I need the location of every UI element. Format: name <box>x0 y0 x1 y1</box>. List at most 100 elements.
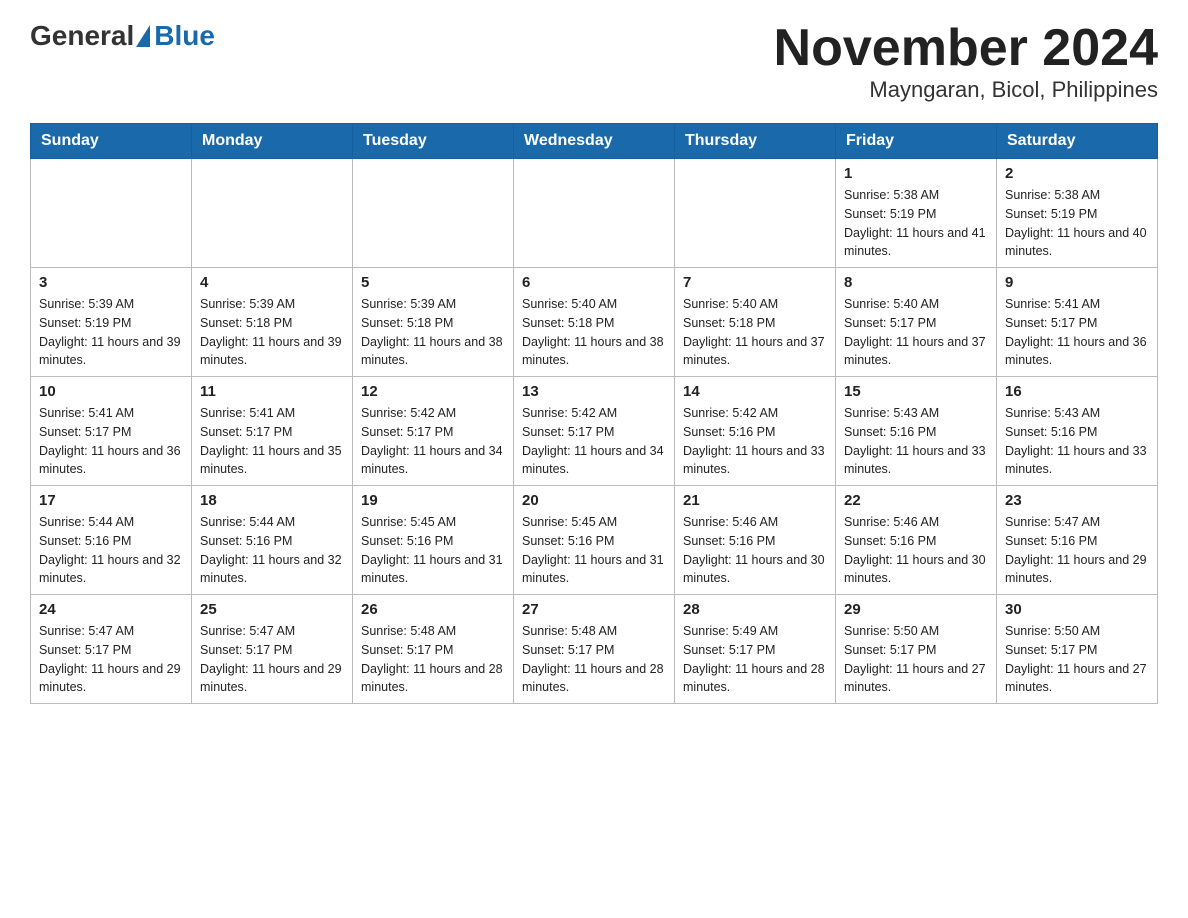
cell-day-number: 21 <box>683 492 827 509</box>
cell-sun-info: Sunrise: 5:43 AMSunset: 5:16 PMDaylight:… <box>844 404 988 479</box>
logo-triangle-icon <box>136 25 150 47</box>
cell-sun-info: Sunrise: 5:47 AMSunset: 5:17 PMDaylight:… <box>39 622 183 697</box>
calendar-week-row: 24 Sunrise: 5:47 AMSunset: 5:17 PMDayligh… <box>31 595 1158 704</box>
calendar-week-row: 3 Sunrise: 5:39 AMSunset: 5:19 PMDaylight… <box>31 268 1158 377</box>
calendar-cell: 20 Sunrise: 5:45 AMSunset: 5:16 PMDayligh… <box>514 486 675 595</box>
cell-day-number: 4 <box>200 274 344 291</box>
cell-sun-info: Sunrise: 5:41 AMSunset: 5:17 PMDaylight:… <box>39 404 183 479</box>
cell-day-number: 16 <box>1005 383 1149 400</box>
cell-sun-info: Sunrise: 5:48 AMSunset: 5:17 PMDaylight:… <box>522 622 666 697</box>
cell-sun-info: Sunrise: 5:50 AMSunset: 5:17 PMDaylight:… <box>1005 622 1149 697</box>
weekday-header-wednesday: Wednesday <box>514 124 675 159</box>
calendar-cell <box>514 159 675 268</box>
cell-sun-info: Sunrise: 5:38 AMSunset: 5:19 PMDaylight:… <box>1005 186 1149 261</box>
weekday-header-saturday: Saturday <box>997 124 1158 159</box>
calendar-cell: 30 Sunrise: 5:50 AMSunset: 5:17 PMDayligh… <box>997 595 1158 704</box>
calendar-cell: 5Sunrise: 5:39 AMSunset: 5:18 PMDaylight… <box>353 268 514 377</box>
calendar-cell: 24 Sunrise: 5:47 AMSunset: 5:17 PMDayligh… <box>31 595 192 704</box>
calendar-cell: 12 Sunrise: 5:42 AMSunset: 5:17 PMDayligh… <box>353 377 514 486</box>
cell-sun-info: Sunrise: 5:38 AMSunset: 5:19 PMDaylight:… <box>844 186 988 261</box>
calendar-cell: 25 Sunrise: 5:47 AMSunset: 5:17 PMDayligh… <box>192 595 353 704</box>
cell-sun-info: Sunrise: 5:39 AMSunset: 5:18 PMDaylight:… <box>200 295 344 370</box>
calendar-cell: 3 Sunrise: 5:39 AMSunset: 5:19 PMDaylight… <box>31 268 192 377</box>
calendar-cell: 4 Sunrise: 5:39 AMSunset: 5:18 PMDaylight… <box>192 268 353 377</box>
cell-day-number: 14 <box>683 383 827 400</box>
cell-sun-info: Sunrise: 5:39 AMSunset: 5:18 PMDaylight:… <box>361 295 505 370</box>
cell-day-number: 12 <box>361 383 505 400</box>
cell-day-number: 22 <box>844 492 988 509</box>
cell-sun-info: Sunrise: 5:45 AMSunset: 5:16 PMDaylight:… <box>522 513 666 588</box>
calendar-week-row: 17 Sunrise: 5:44 AMSunset: 5:16 PMDayligh… <box>31 486 1158 595</box>
cell-sun-info: Sunrise: 5:39 AMSunset: 5:19 PMDaylight:… <box>39 295 183 370</box>
weekday-header-sunday: Sunday <box>31 124 192 159</box>
cell-day-number: 9 <box>1005 274 1149 291</box>
calendar-cell: 1Sunrise: 5:38 AMSunset: 5:19 PMDaylight… <box>836 159 997 268</box>
cell-day-number: 20 <box>522 492 666 509</box>
cell-sun-info: Sunrise: 5:47 AMSunset: 5:16 PMDaylight:… <box>1005 513 1149 588</box>
cell-day-number: 28 <box>683 601 827 618</box>
cell-day-number: 29 <box>844 601 988 618</box>
cell-sun-info: Sunrise: 5:44 AMSunset: 5:16 PMDaylight:… <box>39 513 183 588</box>
weekday-header-thursday: Thursday <box>675 124 836 159</box>
page-header: General Blue November 2024 Mayngaran, Bi… <box>30 20 1158 103</box>
weekday-header-monday: Monday <box>192 124 353 159</box>
calendar-cell: 29 Sunrise: 5:50 AMSunset: 5:17 PMDayligh… <box>836 595 997 704</box>
weekday-header-tuesday: Tuesday <box>353 124 514 159</box>
calendar-cell: 22Sunrise: 5:46 AMSunset: 5:16 PMDayligh… <box>836 486 997 595</box>
cell-day-number: 3 <box>39 274 183 291</box>
calendar-subtitle: Mayngaran, Bicol, Philippines <box>774 77 1158 103</box>
calendar-cell <box>675 159 836 268</box>
calendar-title: November 2024 <box>774 20 1158 77</box>
calendar-cell: 26Sunrise: 5:48 AMSunset: 5:17 PMDayligh… <box>353 595 514 704</box>
cell-sun-info: Sunrise: 5:50 AMSunset: 5:17 PMDaylight:… <box>844 622 988 697</box>
calendar-cell: 7 Sunrise: 5:40 AMSunset: 5:18 PMDaylight… <box>675 268 836 377</box>
calendar-cell: 13 Sunrise: 5:42 AMSunset: 5:17 PMDayligh… <box>514 377 675 486</box>
logo-general-text: General <box>30 20 134 52</box>
calendar-cell: 2Sunrise: 5:38 AMSunset: 5:19 PMDaylight… <box>997 159 1158 268</box>
calendar-cell: 18 Sunrise: 5:44 AMSunset: 5:16 PMDayligh… <box>192 486 353 595</box>
cell-day-number: 8 <box>844 274 988 291</box>
cell-sun-info: Sunrise: 5:46 AMSunset: 5:16 PMDaylight:… <box>683 513 827 588</box>
cell-sun-info: Sunrise: 5:40 AMSunset: 5:18 PMDaylight:… <box>683 295 827 370</box>
calendar-cell <box>353 159 514 268</box>
cell-day-number: 10 <box>39 383 183 400</box>
cell-day-number: 24 <box>39 601 183 618</box>
logo: General Blue <box>30 20 215 52</box>
calendar-cell: 28 Sunrise: 5:49 AMSunset: 5:17 PMDayligh… <box>675 595 836 704</box>
calendar-table: SundayMondayTuesdayWednesdayThursdayFrid… <box>30 123 1158 704</box>
cell-day-number: 30 <box>1005 601 1149 618</box>
cell-sun-info: Sunrise: 5:41 AMSunset: 5:17 PMDaylight:… <box>1005 295 1149 370</box>
calendar-cell: 9 Sunrise: 5:41 AMSunset: 5:17 PMDaylight… <box>997 268 1158 377</box>
cell-day-number: 23 <box>1005 492 1149 509</box>
cell-sun-info: Sunrise: 5:40 AMSunset: 5:17 PMDaylight:… <box>844 295 988 370</box>
cell-day-number: 25 <box>200 601 344 618</box>
calendar-cell <box>31 159 192 268</box>
calendar-cell: 14 Sunrise: 5:42 AMSunset: 5:16 PMDayligh… <box>675 377 836 486</box>
cell-day-number: 7 <box>683 274 827 291</box>
cell-sun-info: Sunrise: 5:43 AMSunset: 5:16 PMDaylight:… <box>1005 404 1149 479</box>
weekday-header-friday: Friday <box>836 124 997 159</box>
cell-sun-info: Sunrise: 5:47 AMSunset: 5:17 PMDaylight:… <box>200 622 344 697</box>
title-block: November 2024 Mayngaran, Bicol, Philippi… <box>774 20 1158 103</box>
cell-day-number: 17 <box>39 492 183 509</box>
calendar-cell: 8 Sunrise: 5:40 AMSunset: 5:17 PMDaylight… <box>836 268 997 377</box>
calendar-week-row: 10 Sunrise: 5:41 AMSunset: 5:17 PMDayligh… <box>31 377 1158 486</box>
cell-day-number: 11 <box>200 383 344 400</box>
cell-day-number: 13 <box>522 383 666 400</box>
cell-day-number: 18 <box>200 492 344 509</box>
calendar-cell: 15 Sunrise: 5:43 AMSunset: 5:16 PMDayligh… <box>836 377 997 486</box>
logo-blue-text: Blue <box>154 20 215 52</box>
calendar-cell: 6Sunrise: 5:40 AMSunset: 5:18 PMDaylight… <box>514 268 675 377</box>
cell-sun-info: Sunrise: 5:49 AMSunset: 5:17 PMDaylight:… <box>683 622 827 697</box>
cell-day-number: 15 <box>844 383 988 400</box>
calendar-cell <box>192 159 353 268</box>
cell-sun-info: Sunrise: 5:45 AMSunset: 5:16 PMDaylight:… <box>361 513 505 588</box>
cell-sun-info: Sunrise: 5:42 AMSunset: 5:17 PMDaylight:… <box>361 404 505 479</box>
cell-day-number: 27 <box>522 601 666 618</box>
calendar-cell: 11Sunrise: 5:41 AMSunset: 5:17 PMDayligh… <box>192 377 353 486</box>
cell-sun-info: Sunrise: 5:44 AMSunset: 5:16 PMDaylight:… <box>200 513 344 588</box>
cell-sun-info: Sunrise: 5:42 AMSunset: 5:16 PMDaylight:… <box>683 404 827 479</box>
cell-sun-info: Sunrise: 5:42 AMSunset: 5:17 PMDaylight:… <box>522 404 666 479</box>
calendar-cell: 17 Sunrise: 5:44 AMSunset: 5:16 PMDayligh… <box>31 486 192 595</box>
cell-day-number: 6 <box>522 274 666 291</box>
